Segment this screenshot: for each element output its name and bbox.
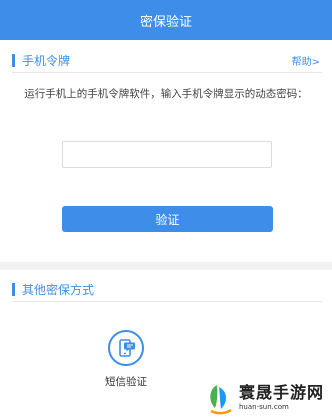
- section-accent-bar: [12, 283, 15, 296]
- header-bar: 密保验证: [0, 0, 332, 40]
- verify-button[interactable]: 验证: [62, 206, 273, 232]
- section-accent-bar: [12, 54, 15, 67]
- token-section-title: 手机令牌: [22, 54, 71, 68]
- section-separator: [0, 262, 332, 270]
- sms-phone-icon: [108, 330, 144, 366]
- leaf-logo-icon: [210, 385, 232, 415]
- watermark-sub: huan-sun.com: [238, 403, 289, 411]
- sms-verify-label: 短信验证: [105, 376, 147, 388]
- other-section-title: 其他密保方式: [22, 283, 95, 297]
- token-section-header: 手机令牌 帮助>: [0, 50, 332, 72]
- divider: [12, 301, 322, 302]
- dynamic-code-input[interactable]: [62, 141, 272, 168]
- divider: [12, 72, 322, 73]
- page-title: 密保验证: [139, 14, 192, 30]
- token-instruction: 运行手机上的手机令牌软件，输入手机令牌显示的动态密码：: [24, 88, 308, 100]
- watermark-main: 寰晟手游网: [238, 383, 324, 402]
- other-section-header: 其他密保方式: [0, 279, 332, 301]
- watermark: 寰晟手游网 huan-sun.com: [205, 380, 324, 416]
- help-link[interactable]: 帮助>: [292, 53, 320, 68]
- sms-verify-option[interactable]: 短信验证: [95, 330, 157, 394]
